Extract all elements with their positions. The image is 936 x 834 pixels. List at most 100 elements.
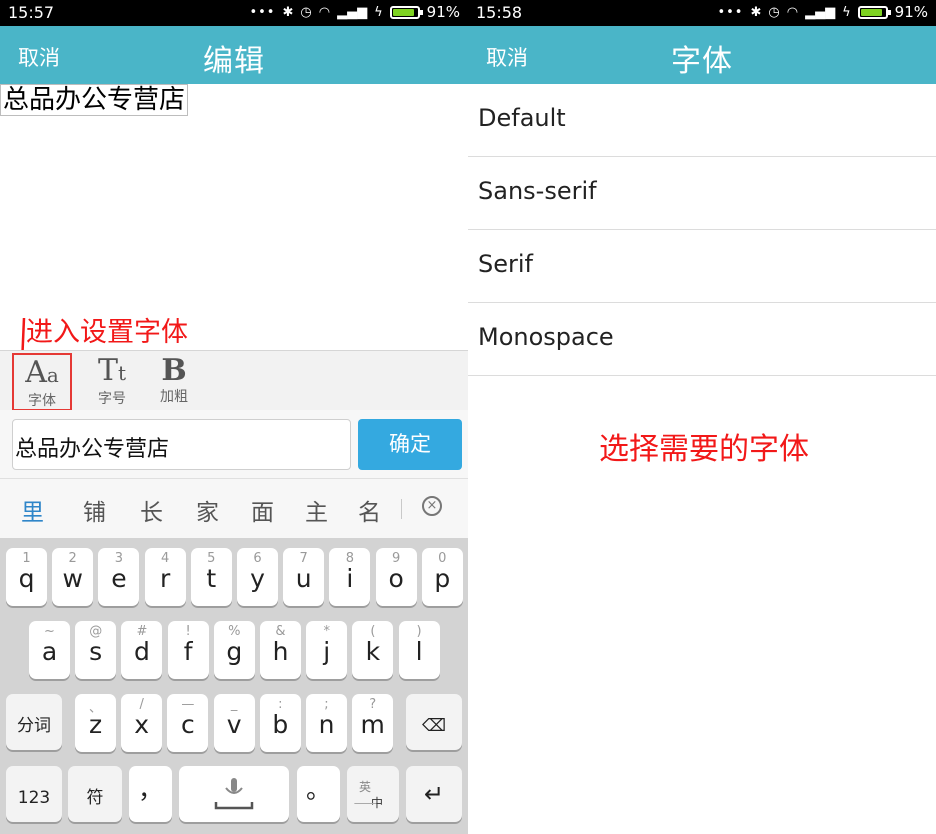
- key-primary-label: j: [323, 637, 331, 666]
- battery-percent: 91%: [426, 3, 460, 21]
- key-b[interactable]: :b: [259, 694, 301, 752]
- enter-icon: ↵: [423, 780, 445, 808]
- text-preview[interactable]: 总品办公专营店: [0, 84, 189, 116]
- input-row: 总品办公专营店 确定: [0, 410, 468, 478]
- key-primary-label: x: [134, 710, 150, 739]
- bold-icon: B: [161, 353, 187, 388]
- font-option-serif[interactable]: Serif: [468, 230, 936, 303]
- key-language-switch[interactable]: 英 中: [347, 766, 399, 822]
- key-primary-label: e: [111, 564, 127, 593]
- key-h[interactable]: & h: [260, 621, 301, 679]
- candidate-item[interactable]: 名: [358, 493, 381, 527]
- key-primary-label: k: [365, 637, 381, 666]
- key-number[interactable]: 123: [6, 766, 62, 822]
- key-c[interactable]: — c: [167, 694, 209, 752]
- candidate-item[interactable]: 面: [251, 493, 274, 527]
- key-t[interactable]: 5t: [190, 548, 232, 606]
- key-primary-label: v: [226, 710, 242, 739]
- key-z[interactable]: 、 z: [75, 694, 116, 752]
- header-bar: 取消 编辑: [0, 26, 468, 84]
- key-primary-label: b: [272, 710, 289, 739]
- more-notifications-icon: •••: [717, 4, 744, 20]
- font-list: Default Sans-serif Serif Monospace: [468, 84, 936, 376]
- wifi-icon: ◠: [786, 4, 799, 20]
- key-enter[interactable]: ↵: [406, 766, 462, 822]
- key-primary-label: w: [62, 564, 83, 593]
- key-primary-label: p: [434, 564, 451, 593]
- key-y[interactable]: 6y: [237, 548, 278, 606]
- key-primary-label: h: [272, 637, 289, 666]
- key-v[interactable]: _ v: [213, 694, 255, 752]
- wifi-icon: ◠: [318, 4, 331, 20]
- key-symbol[interactable]: 符: [68, 766, 122, 822]
- battery-icon: [389, 5, 423, 19]
- font-size-tool-label: 字号: [98, 391, 126, 407]
- key-primary-label: q: [18, 564, 35, 593]
- status-bar: 15:57 ••• ✱ ◷ ◠ ▂▄▆ ϟ 91%: [0, 0, 468, 26]
- key-l[interactable]: ) l: [398, 621, 440, 679]
- key-j[interactable]: * j: [306, 621, 348, 679]
- key-x[interactable]: / x: [121, 694, 163, 752]
- key-w[interactable]: 2w: [52, 548, 94, 606]
- key-m[interactable]: ? m: [352, 694, 394, 752]
- key-space[interactable]: [179, 766, 289, 822]
- bluetooth-icon: ✱: [282, 4, 294, 20]
- font-option-sans-serif[interactable]: Sans-serif: [468, 157, 936, 230]
- key-k[interactable]: (k: [352, 621, 394, 679]
- format-toolbar: Aa 字体 Tt 字号 B 加粗: [0, 350, 468, 411]
- key-primary-label: l: [415, 637, 423, 666]
- candidate-divider: [401, 499, 402, 519]
- font-option-default[interactable]: Default: [468, 84, 936, 157]
- alarm-icon: ◷: [768, 4, 780, 20]
- bold-tool-label: 加粗: [160, 389, 188, 405]
- key-comma[interactable]: ，: [129, 766, 172, 822]
- key-primary-label: n: [318, 710, 335, 739]
- key-n[interactable]: ; n: [306, 694, 347, 752]
- font-option-monospace[interactable]: Monospace: [468, 303, 936, 376]
- font-size-tool-button[interactable]: Tt 字号: [82, 353, 142, 411]
- status-bar: 15:58 ••• ✱ ◷ ◠ ▂▄▆ ϟ 91%: [468, 0, 936, 26]
- key-e[interactable]: 3e: [98, 548, 140, 606]
- key-r[interactable]: 4r: [144, 548, 186, 606]
- font-select-screen: 15:58 ••• ✱ ◷ ◠ ▂▄▆ ϟ 91% 取消 字体 Default …: [468, 0, 936, 834]
- key-s[interactable]: @ s: [75, 621, 117, 679]
- candidate-item[interactable]: 里: [21, 493, 44, 527]
- candidate-item[interactable]: 长: [140, 493, 163, 527]
- key-p[interactable]: 0p: [421, 548, 463, 606]
- candidate-item[interactable]: 铺: [83, 493, 106, 527]
- status-time: 15:57: [8, 3, 55, 22]
- header-bar: 取消 字体: [468, 26, 936, 84]
- font-tool-button[interactable]: Aa 字体: [12, 353, 72, 411]
- text-input[interactable]: 总品办公专营店: [12, 419, 351, 470]
- close-candidates-icon[interactable]: ×: [422, 496, 442, 516]
- key-f[interactable]: ! f: [167, 621, 209, 679]
- more-notifications-icon: •••: [249, 4, 276, 20]
- signal-icon: ▂▄▆: [805, 4, 836, 20]
- key-a[interactable]: ~ a: [29, 621, 70, 679]
- key-period[interactable]: 。: [297, 766, 340, 822]
- battery-fill: [392, 8, 415, 16]
- battery-icon: [857, 5, 891, 19]
- key-u[interactable]: 7u: [283, 548, 325, 606]
- key-o[interactable]: 9o: [375, 548, 417, 606]
- font-icon: Aa: [25, 355, 59, 390]
- confirm-button[interactable]: 确定: [358, 419, 462, 470]
- key-primary-label: o: [388, 564, 404, 593]
- key-backspace[interactable]: ⌫: [406, 694, 462, 750]
- battery-percent: 91%: [894, 3, 928, 21]
- candidate-item[interactable]: 主: [305, 493, 328, 527]
- key-primary-label: t: [206, 564, 217, 593]
- key-segment[interactable]: 分词: [6, 694, 62, 750]
- candidate-item[interactable]: 家: [196, 493, 219, 527]
- key-primary-label: y: [250, 564, 265, 593]
- charging-icon: ϟ: [842, 4, 851, 20]
- ime-candidate-bar: 里 铺 长 家 面 主 名 ×: [0, 478, 468, 538]
- font-tool-label: 字体: [28, 393, 56, 409]
- bluetooth-icon: ✱: [750, 4, 762, 20]
- font-size-icon: Tt: [97, 353, 127, 388]
- bold-tool-button[interactable]: B 加粗: [144, 353, 204, 411]
- key-g[interactable]: % g: [213, 621, 255, 679]
- key-d[interactable]: # d: [121, 621, 163, 679]
- key-i[interactable]: 8i: [329, 548, 371, 606]
- key-q[interactable]: 1q: [6, 548, 47, 606]
